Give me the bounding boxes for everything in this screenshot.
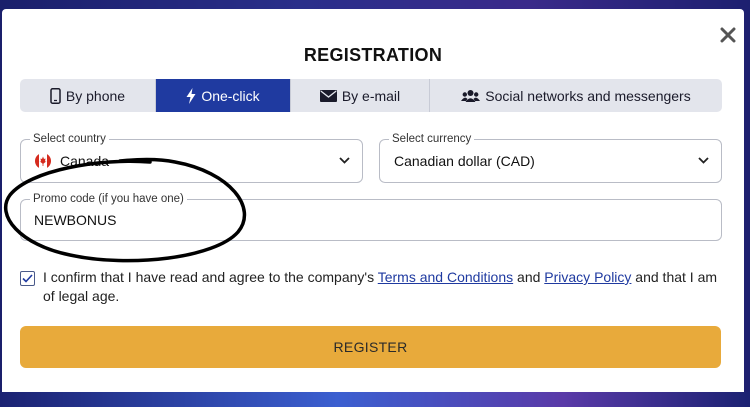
promo-code-field[interactable]: Promo code (if you have one) NEWBONUS <box>20 192 722 241</box>
background-glow <box>0 392 750 407</box>
chevron-down-icon <box>698 157 709 164</box>
tab-label: Social networks and messengers <box>485 87 691 104</box>
users-icon <box>461 89 481 102</box>
consent-row: I confirm that I have read and agree to … <box>20 268 720 306</box>
tab-social-networks[interactable]: Social networks and messengers <box>430 79 722 112</box>
lightning-icon <box>186 87 196 104</box>
register-button[interactable]: REGISTER <box>20 326 721 368</box>
tab-label: One-click <box>201 87 260 104</box>
canada-flag-icon <box>35 153 51 169</box>
registration-tabs: By phone One-click By e-mail Social netw… <box>20 79 722 112</box>
terms-link[interactable]: Terms and Conditions <box>378 269 513 285</box>
envelope-icon <box>319 89 337 102</box>
tab-label: By e-mail <box>341 87 401 104</box>
tab-by-email[interactable]: By e-mail <box>291 79 430 112</box>
tab-one-click[interactable]: One-click <box>156 79 291 112</box>
chevron-down-icon <box>339 157 350 164</box>
checkmark-icon <box>22 274 33 283</box>
country-select[interactable]: Select country Canada <box>20 132 363 183</box>
consent-text-before: I confirm that I have read and agree to … <box>43 269 378 285</box>
tab-by-phone[interactable]: By phone <box>20 79 156 112</box>
tab-label: By phone <box>65 87 126 104</box>
country-value-wrap: Canada <box>35 140 109 182</box>
promo-code-value: NEWBONUS <box>34 212 117 228</box>
currency-select[interactable]: Select currency Canadian dollar (CAD) <box>379 132 722 183</box>
modal-title: REGISTRATION <box>303 45 443 65</box>
privacy-link[interactable]: Privacy Policy <box>544 269 631 285</box>
country-value: Canada <box>60 153 110 169</box>
consent-checkbox[interactable] <box>20 271 35 286</box>
close-button[interactable] <box>716 23 740 47</box>
registration-modal: REGISTRATION By phone One-click By e-mai… <box>2 9 744 407</box>
consent-text-middle: and <box>513 269 545 285</box>
consent-text: I confirm that I have read and agree to … <box>43 268 720 306</box>
close-icon <box>720 27 736 43</box>
currency-value: Canadian dollar (CAD) <box>394 153 535 169</box>
phone-icon <box>50 87 61 104</box>
